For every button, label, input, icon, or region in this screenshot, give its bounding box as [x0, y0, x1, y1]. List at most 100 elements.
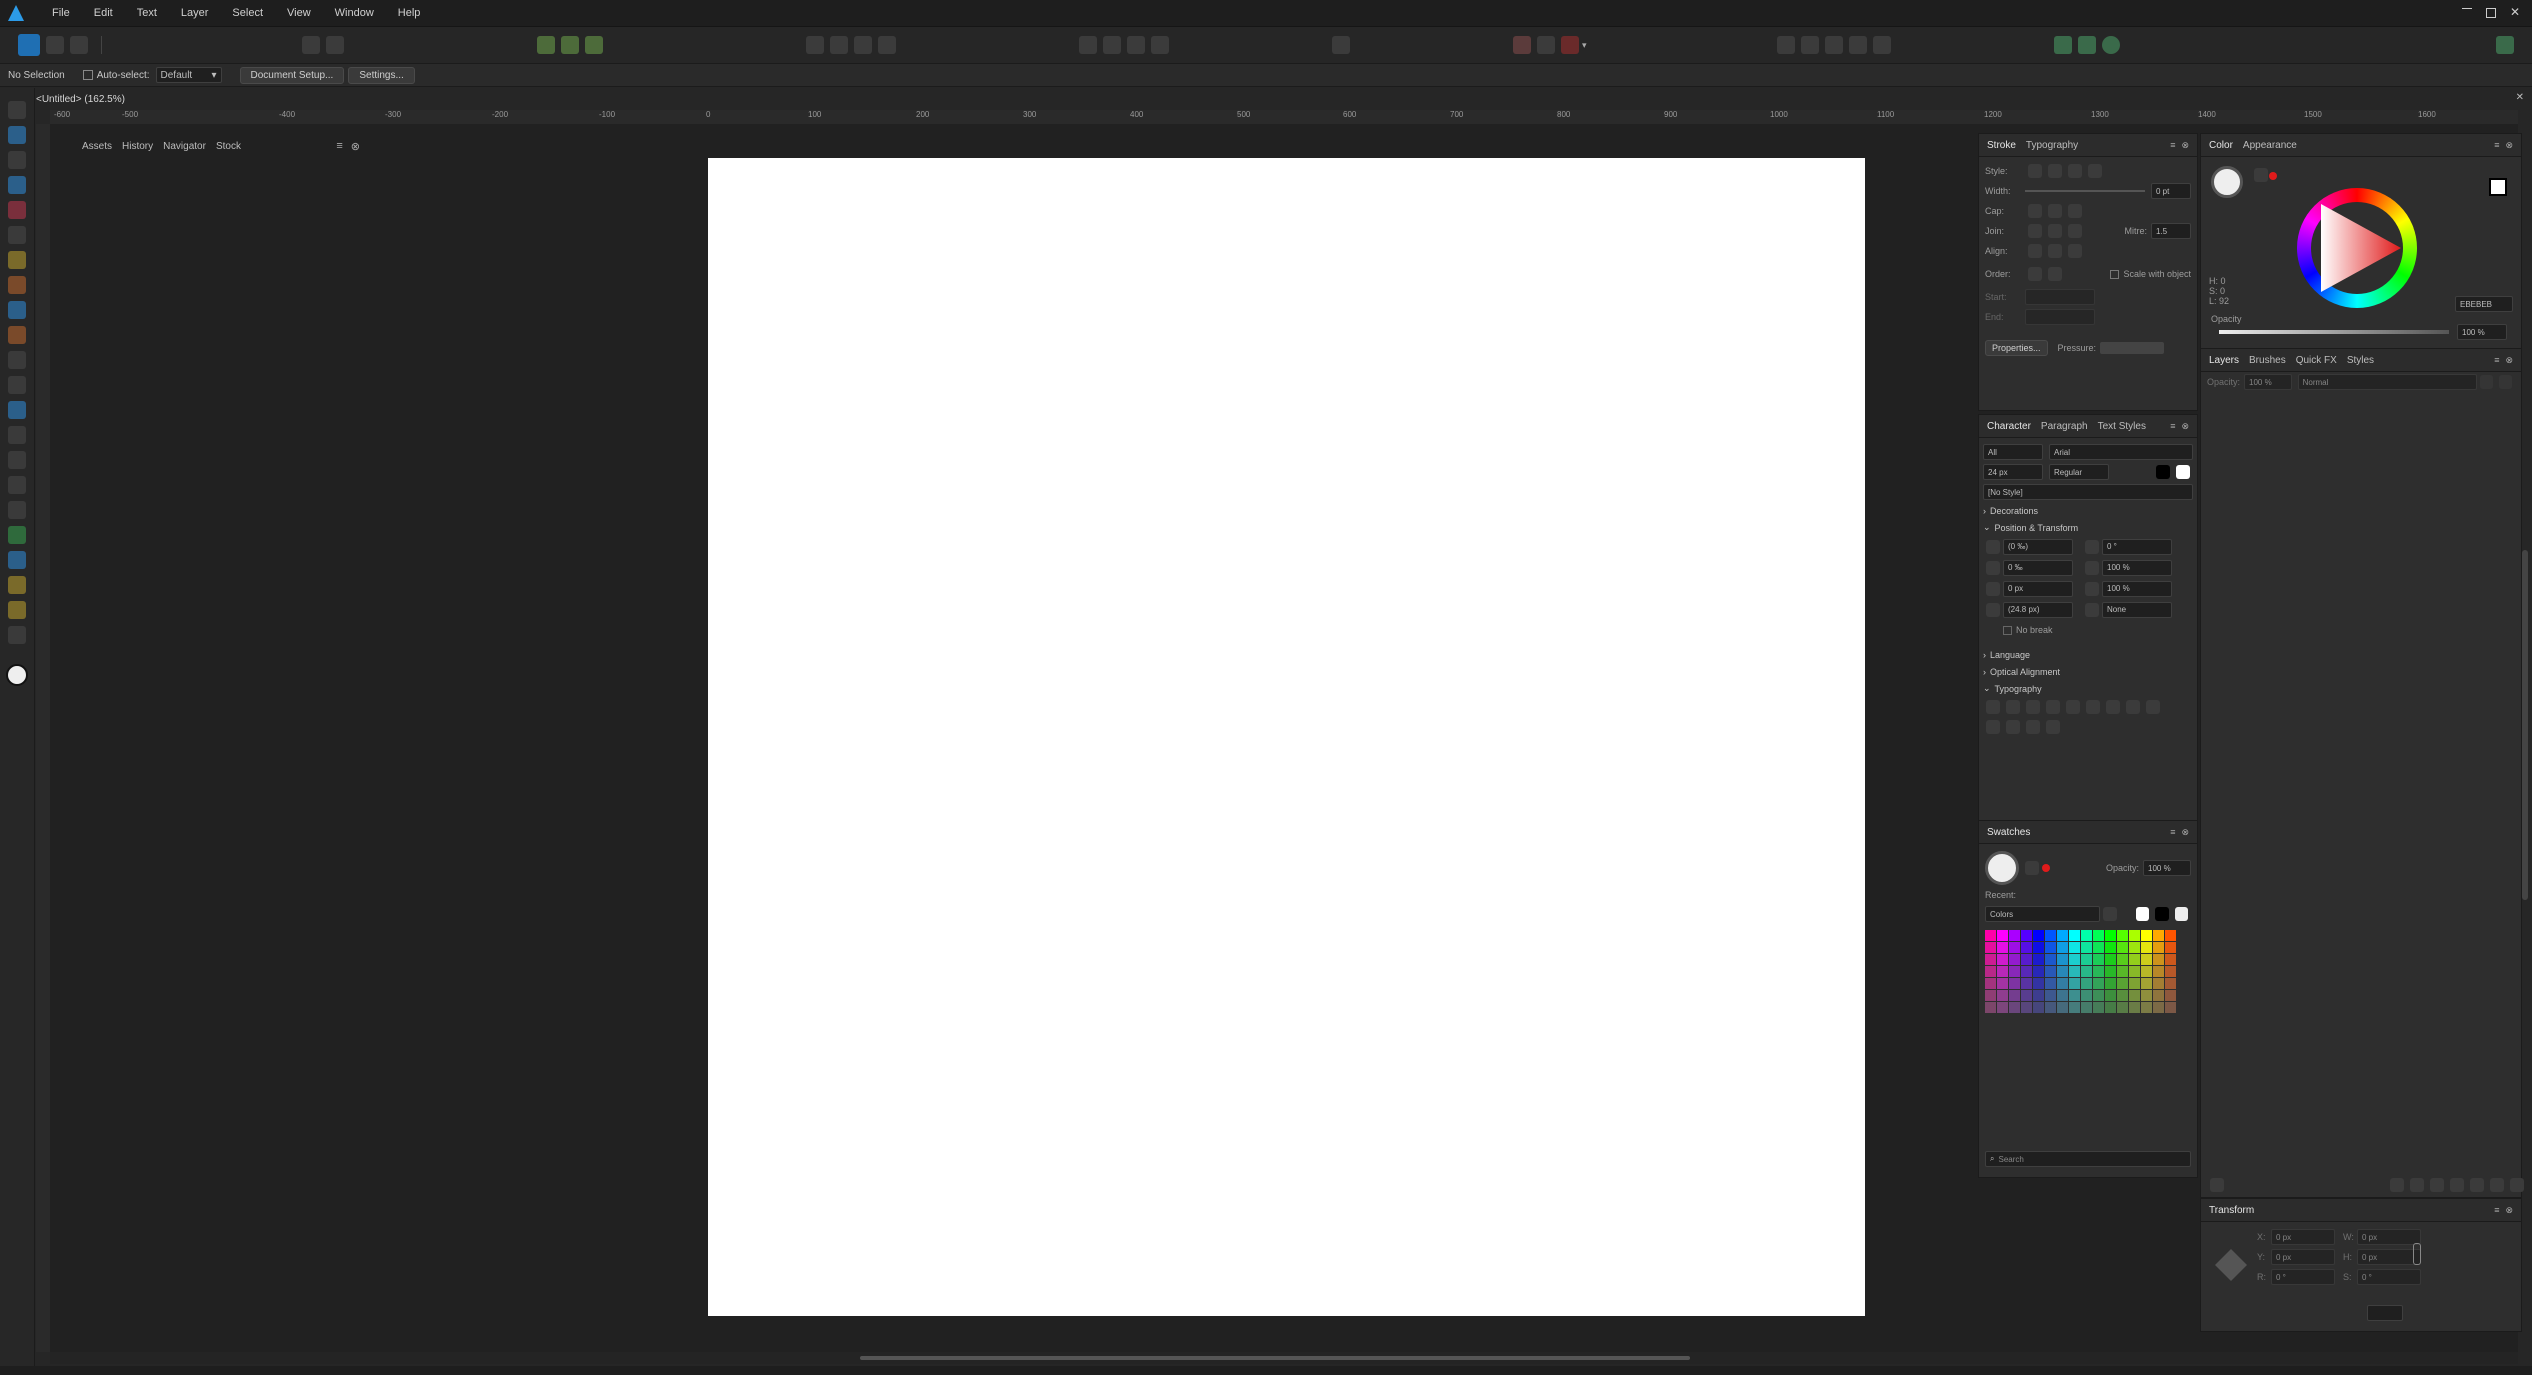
swatch-cell[interactable] — [2057, 966, 2068, 977]
color-dot-icon[interactable] — [2269, 172, 2277, 180]
small-caps-icon[interactable] — [2146, 700, 2160, 714]
swatch-cell[interactable] — [2069, 1002, 2080, 1013]
s-field[interactable]: 0 ° — [2357, 1269, 2421, 1285]
group-icon[interactable] — [2450, 1178, 2464, 1192]
layers-scrollbar[interactable] — [2522, 550, 2528, 900]
horizontal-scrollbar[interactable] — [50, 1352, 2518, 1364]
swatch-cell[interactable] — [1985, 954, 1996, 965]
trash-icon[interactable] — [2510, 1178, 2524, 1192]
swatch-cell[interactable] — [2153, 930, 2164, 941]
swatch-cell[interactable] — [2117, 966, 2128, 977]
swatch-cell[interactable] — [2033, 954, 2044, 965]
swatch-cell[interactable] — [2033, 966, 2044, 977]
align-inside-icon[interactable] — [2048, 244, 2062, 258]
auto-select-dropdown[interactable]: Default ▾ — [155, 67, 222, 83]
swatch-cell[interactable] — [1997, 966, 2008, 977]
view-mode3-icon[interactable] — [1824, 36, 1843, 54]
order-behind-icon[interactable] — [2028, 267, 2042, 281]
swatch-cell[interactable] — [2009, 990, 2020, 1001]
crop-tool-icon[interactable] — [8, 426, 26, 444]
view-mode2-icon[interactable] — [1800, 36, 1819, 54]
lock-icon[interactable] — [2498, 375, 2512, 389]
tab-navigator[interactable]: Navigator — [163, 141, 206, 152]
font-size-field[interactable]: 24 px — [1983, 464, 2043, 480]
pencil-tool-icon[interactable] — [8, 251, 26, 269]
panel-menu-icon[interactable]: ≡ — [2170, 140, 2175, 150]
order-front-icon[interactable] — [2048, 267, 2062, 281]
swatch-cell[interactable] — [2009, 930, 2020, 941]
close-document-icon[interactable]: ✕ — [2516, 92, 2524, 103]
insert-icon[interactable] — [1332, 36, 1350, 54]
swatch-cell[interactable] — [2069, 978, 2080, 989]
anchor-point-icon[interactable] — [2215, 1249, 2247, 1281]
menu-layer[interactable]: Layer — [181, 7, 209, 19]
decorations-section[interactable]: › Decorations — [1983, 502, 2193, 519]
swatch-cell[interactable] — [2033, 1002, 2044, 1013]
language-section[interactable]: › Language — [1983, 646, 2193, 663]
swatch-cell[interactable] — [2117, 978, 2128, 989]
menu-window[interactable]: Window — [335, 7, 374, 19]
tab-quick-fx[interactable]: Quick FX — [2296, 355, 2337, 366]
panel-menu-icon[interactable]: ≡ — [2494, 355, 2499, 365]
swatch-cell[interactable] — [2069, 966, 2080, 977]
y-field[interactable]: 0 px — [2271, 1249, 2335, 1265]
menu-view[interactable]: View — [287, 7, 311, 19]
duplicate-layer-icon[interactable] — [2490, 1178, 2504, 1192]
swatch-cell[interactable] — [2009, 954, 2020, 965]
swatch-cell[interactable] — [2117, 1002, 2128, 1013]
swatch-cell[interactable] — [2021, 1002, 2032, 1013]
tab-stroke[interactable]: Stroke — [1987, 140, 2016, 151]
swatch-cell[interactable] — [2033, 978, 2044, 989]
tab-history[interactable]: History — [122, 141, 153, 152]
swatch-cell[interactable] — [2141, 954, 2152, 965]
miter-join-icon[interactable] — [2028, 224, 2042, 238]
width-slider[interactable] — [2025, 190, 2145, 192]
menu-text[interactable]: Text — [137, 7, 157, 19]
magnet-icon[interactable] — [1561, 36, 1579, 54]
swatch-cell[interactable] — [2141, 942, 2152, 953]
flip-h-icon[interactable] — [1079, 36, 1097, 54]
black-swatch-icon[interactable] — [2155, 907, 2169, 921]
font-weight-select[interactable]: Regular — [2049, 464, 2109, 480]
swatch-cell[interactable] — [1985, 966, 1996, 977]
swatch-cell[interactable] — [2141, 990, 2152, 1001]
swatch-cell[interactable] — [2045, 1002, 2056, 1013]
menu-help[interactable]: Help — [398, 7, 421, 19]
tab-text-styles[interactable]: Text Styles — [2098, 421, 2146, 432]
swatch-cell[interactable] — [2057, 954, 2068, 965]
layer-add-icon[interactable] — [2210, 1178, 2224, 1192]
start-arrow-select[interactable] — [2025, 289, 2095, 305]
swatch-cell[interactable] — [2093, 978, 2104, 989]
swatch-cell[interactable] — [2021, 978, 2032, 989]
r-field[interactable]: 0 ° — [2271, 1269, 2335, 1285]
swatch-cell[interactable] — [2153, 1002, 2164, 1013]
ligature-icon[interactable] — [1986, 700, 2000, 714]
view-mode5-icon[interactable] — [1872, 36, 1891, 54]
h-field[interactable]: 0 px — [2357, 1249, 2421, 1265]
pixel-persona-icon[interactable] — [46, 36, 64, 54]
swatch-cell[interactable] — [2033, 942, 2044, 953]
swatch-cell[interactable] — [2045, 942, 2056, 953]
swatch-cell[interactable] — [2117, 942, 2128, 953]
panel-close-icon[interactable]: ⊗ — [2505, 355, 2513, 366]
swatch-cell[interactable] — [2081, 978, 2092, 989]
bevel-join-icon[interactable] — [2068, 224, 2082, 238]
swatch-cell[interactable] — [2105, 942, 2116, 953]
menu-select[interactable]: Select — [232, 7, 263, 19]
artboard-tool-icon[interactable] — [8, 126, 26, 144]
swatch-cell[interactable] — [2153, 942, 2164, 953]
swatch-cell[interactable] — [2141, 978, 2152, 989]
swatch-cell[interactable] — [2141, 930, 2152, 941]
opacity-field[interactable]: 100 % — [2457, 324, 2507, 340]
swatch-cell[interactable] — [2057, 942, 2068, 953]
eyedropper-icon[interactable] — [2025, 861, 2039, 875]
boolean-subtract-icon[interactable] — [830, 36, 848, 54]
tab-styles[interactable]: Styles — [2347, 355, 2374, 366]
swatch-cell[interactable] — [1985, 942, 1996, 953]
settings-button[interactable]: Settings... — [348, 66, 415, 84]
swatch-cell[interactable] — [2069, 942, 2080, 953]
properties-button[interactable]: Properties... — [1985, 340, 2048, 356]
eyedropper-icon[interactable] — [2254, 168, 2268, 182]
swatch-cell[interactable] — [2105, 990, 2116, 1001]
document-tab[interactable]: <Untitled> (162.5%) — [36, 88, 125, 110]
